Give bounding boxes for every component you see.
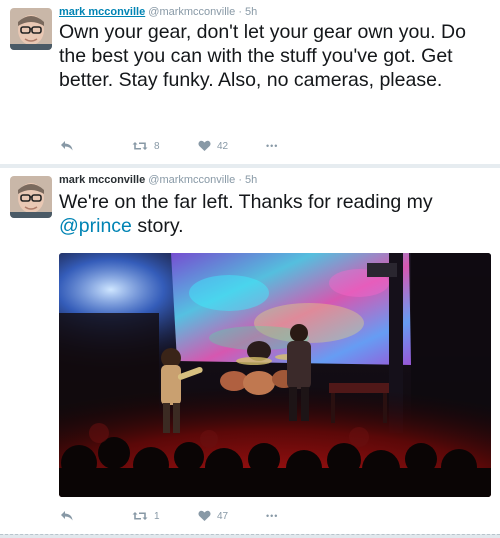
retweet-count: 1 [154, 510, 160, 522]
reply-icon [61, 141, 73, 151]
avatar[interactable] [10, 176, 52, 218]
bottom-divider [0, 534, 500, 538]
more-icon: ••• [266, 511, 279, 521]
separator-dot: · [238, 6, 242, 18]
like-count: 47 [217, 510, 229, 522]
avatar[interactable] [10, 8, 52, 50]
reply-icon [61, 511, 73, 521]
timestamp[interactable]: 5h [245, 174, 257, 186]
tweet-header: mark mcconville @markmcconville · 5h [59, 6, 257, 18]
timestamp[interactable]: 5h [245, 6, 257, 18]
heart-icon [198, 140, 211, 151]
retweet-icon [132, 142, 148, 150]
tweet: mark mcconville @markmcconville · 5h We'… [0, 168, 500, 534]
retweet-icon [132, 512, 148, 520]
like-count: 42 [217, 140, 229, 152]
author-handle[interactable]: @markmcconville [148, 6, 235, 18]
retweet-count: 8 [154, 140, 160, 152]
tweet-text-part: story. [131, 215, 184, 237]
retweet-button[interactable]: 1 [132, 509, 160, 523]
tweet-text: Own your gear, don't let your gear own y… [59, 21, 466, 91]
tweet-text: We're on the far left. Thanks for readin… [59, 190, 491, 238]
reply-button[interactable] [60, 509, 74, 523]
tweet-photo[interactable] [59, 253, 491, 497]
more-icon: ••• [266, 141, 279, 151]
retweet-button[interactable]: 8 [132, 139, 160, 153]
tweet-header: mark mcconville @markmcconville · 5h [59, 174, 257, 186]
author-name[interactable]: mark mcconville [59, 174, 145, 186]
separator-dot: · [238, 174, 242, 186]
author-handle[interactable]: @markmcconville [148, 174, 235, 186]
tweet-text-part: We're on the far left. Thanks for readin… [59, 191, 433, 213]
heart-icon [198, 510, 211, 521]
author-name[interactable]: mark mcconville [59, 6, 145, 18]
tweet-actions: 1 47 ••• [60, 509, 320, 523]
reply-button[interactable] [60, 139, 74, 153]
tweet-actions: 8 42 ••• [60, 139, 320, 153]
more-button[interactable]: ••• [266, 509, 278, 523]
tweet: mark mcconville @markmcconville · 5h Own… [0, 0, 500, 164]
like-button[interactable]: 42 [198, 139, 228, 153]
like-button[interactable]: 47 [198, 509, 228, 523]
mention-link[interactable]: @prince [59, 215, 132, 237]
more-button[interactable]: ••• [266, 139, 278, 153]
